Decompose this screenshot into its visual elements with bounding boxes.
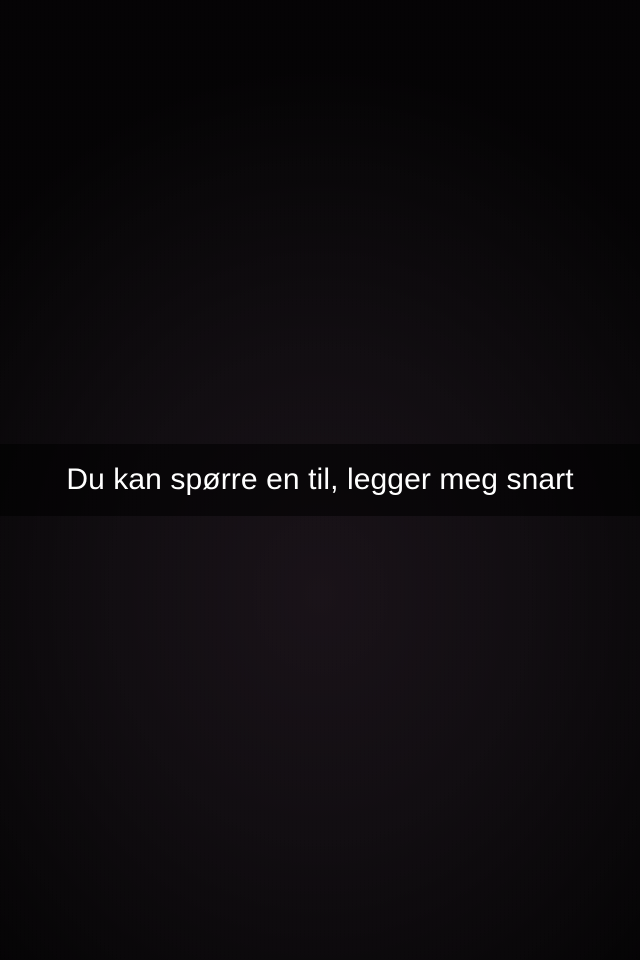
caption-bar[interactable]: Du kan spørre en til, legger meg snart <box>0 444 640 516</box>
snap-photo[interactable]: Du kan spørre en til, legger meg snart <box>0 0 640 960</box>
caption-text: Du kan spørre en til, legger meg snart <box>66 463 574 496</box>
